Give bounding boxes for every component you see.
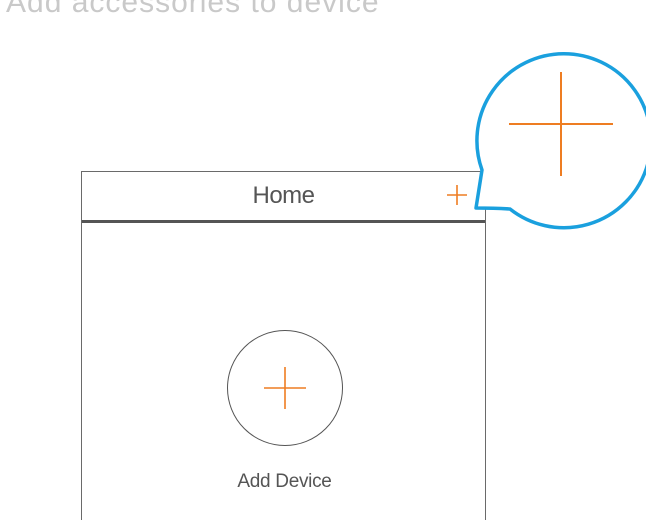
page-title: Home [252,182,315,209]
header-add-button[interactable] [446,184,468,206]
app-header: Home [82,172,485,223]
add-device-label: Add Device [237,471,332,492]
add-device-button[interactable] [227,330,343,446]
phone-screen: Home Add Device [81,171,486,520]
zoom-callout-bubble [474,52,646,230]
page: Add accessories to device Home Add Devic… [0,0,668,520]
instruction-caption: Add accessories to device [6,0,380,19]
plus-icon [447,185,467,205]
plus-icon [264,367,306,409]
